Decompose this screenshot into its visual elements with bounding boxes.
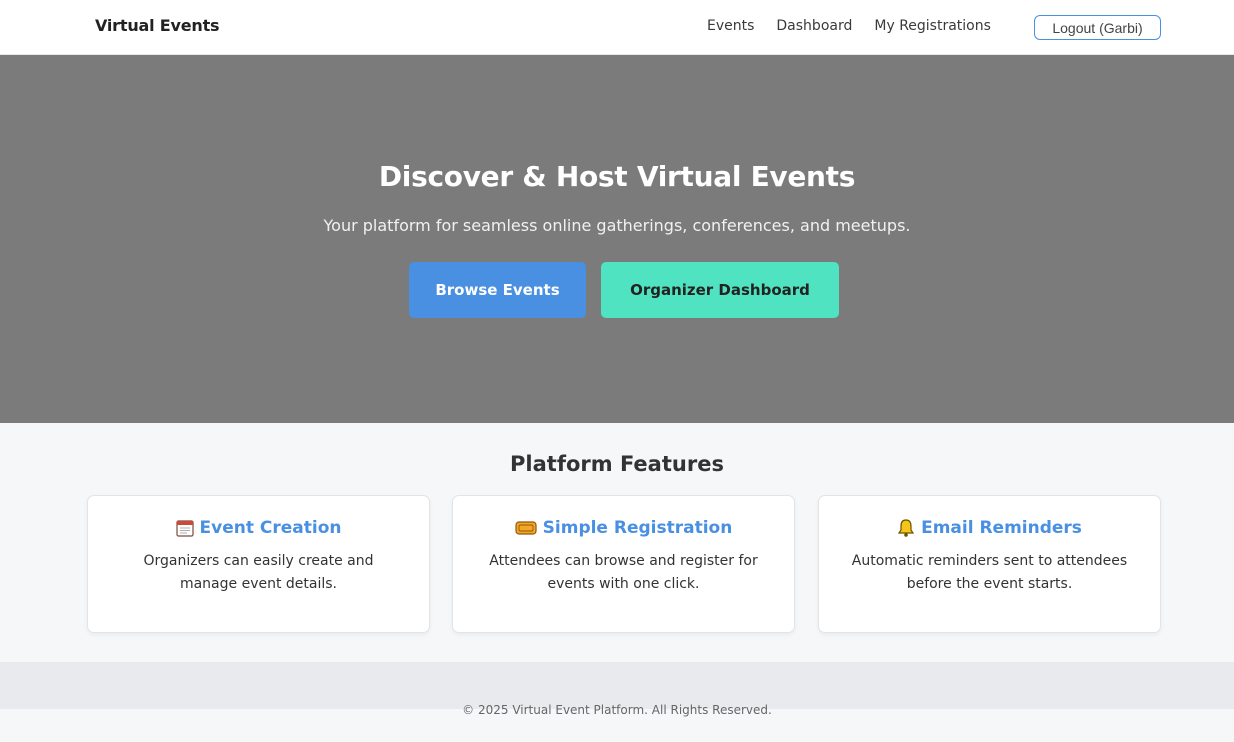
browse-events-button[interactable]: Browse Events [409, 262, 586, 318]
calendar-icon [175, 519, 194, 537]
hero-title: Discover & Host Virtual Events [378, 160, 856, 193]
ticket-icon [515, 520, 537, 536]
feature-card-email-reminders: Email Reminders Automatic reminders sent… [818, 495, 1161, 633]
hero-section: Discover & Host Virtual Events Your plat… [0, 55, 1234, 423]
nav-link-my-registrations[interactable]: My Registrations [874, 18, 991, 34]
footer [0, 662, 1234, 709]
feature-text-simple-registration: Attendees can browse and register for ev… [489, 553, 758, 592]
hero-subtitle: Your platform for seamless online gather… [323, 216, 911, 235]
bell-icon [897, 518, 915, 538]
nav-link-events[interactable]: Events [707, 18, 754, 34]
feature-title-event-creation: Event Creation [199, 518, 342, 538]
brand-logo[interactable]: Virtual Events [95, 16, 220, 35]
feature-card-event-creation: Event Creation Organizers can easily cre… [87, 495, 430, 633]
nav-link-dashboard[interactable]: Dashboard [776, 18, 852, 34]
feature-text-event-creation: Organizers can easily create and manage … [143, 553, 374, 592]
feature-title-email-reminders: Email Reminders [921, 518, 1082, 538]
feature-card-simple-registration: Simple Registration Attendees can browse… [452, 495, 795, 633]
navbar: Virtual Events Events Dashboard My Regis… [0, 0, 1234, 55]
feature-title-simple-registration: Simple Registration [542, 518, 733, 538]
nav-links: Events Dashboard My Registrations [707, 18, 1013, 34]
organizer-dashboard-button[interactable]: Organizer Dashboard [601, 262, 839, 318]
features-title: Platform Features [510, 452, 724, 476]
feature-text-email-reminders: Automatic reminders sent to attendees be… [851, 553, 1128, 592]
logout-button[interactable]: Logout (Garbi) [1034, 15, 1161, 40]
footer-copyright: © 2025 Virtual Event Platform. All Right… [462, 703, 772, 717]
